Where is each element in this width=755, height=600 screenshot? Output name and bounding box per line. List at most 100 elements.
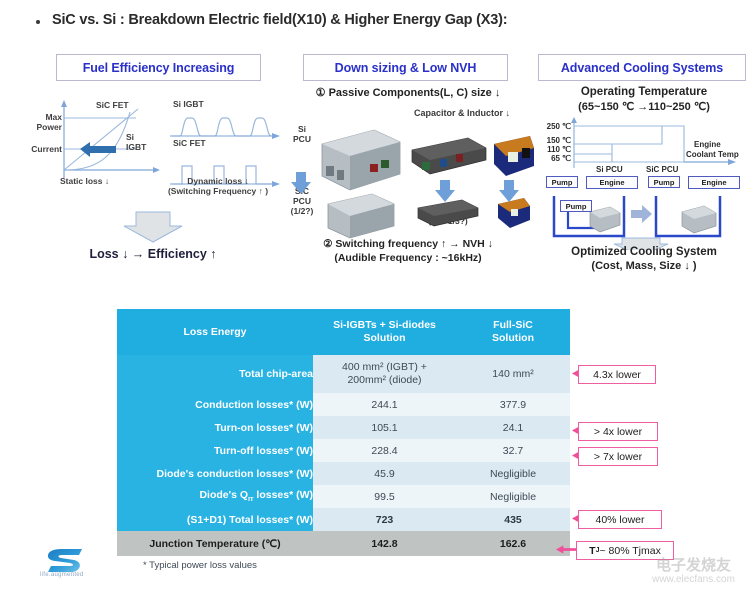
- loss-energy-table: Loss Energy Si-IGBTs + Si-diodes Solutio…: [117, 309, 570, 556]
- callout-label: 40% lower: [595, 513, 645, 526]
- label-static-loss: Static loss ↓: [60, 176, 110, 186]
- label-engine-coolant-2: Coolant Temp: [686, 150, 739, 159]
- callout-label: 4.3x lower: [593, 368, 641, 381]
- chip-area-line1: 400 mm² (IGBT) +: [342, 361, 427, 373]
- cell-sic-turn-off-losses: 32.7: [456, 439, 570, 462]
- row-label-junction-temperature: Junction Temperature (℃): [117, 531, 313, 556]
- panel-advanced-cooling: Operating Temperature (65~150 ℃ →110~250…: [534, 86, 754, 281]
- header-si-line1: Si-IGBTs + Si-diodes: [333, 319, 436, 331]
- bullet-marker: [36, 20, 40, 24]
- label-max-power: Max Power: [26, 112, 62, 132]
- down-arrow-icon-capacitor: [435, 180, 455, 202]
- table-row: Turn-off losses* (W) 228.4 32.7: [117, 439, 570, 462]
- tick-65: 65: [551, 154, 560, 163]
- label-passive-components: ① Passive Components(L, C) size ↓: [315, 87, 501, 99]
- cell-sic-total-losses: 435: [456, 508, 570, 531]
- table-row: Total chip-area 400 mm² (IGBT) + 200mm² …: [117, 355, 570, 393]
- row-label-turn-on-losses: Turn-on losses* (W): [117, 416, 313, 439]
- cell-si-diode-conduction-losses: 45.9: [313, 462, 456, 485]
- header-box-advanced-cooling: Advanced Cooling Systems: [538, 54, 746, 81]
- label-current: Current: [31, 144, 62, 154]
- header-box-fuel-efficiency: Fuel Efficiency Increasing: [56, 54, 261, 81]
- tick-150: 150: [546, 136, 560, 145]
- header-sic-line1: Full-SiC: [493, 319, 533, 331]
- chip-area-line2: 200mm² (diode): [347, 374, 422, 386]
- site-watermark: 电子发烧友 www.elecfans.com: [636, 552, 751, 596]
- header-box-down-sizing: Down sizing & Low NVH: [303, 54, 508, 81]
- label-bar-sic-pcu: SiC PCU: [646, 165, 679, 174]
- label-si-igbt-curve: Si IGBT: [126, 132, 146, 152]
- down-arrow-icon: [123, 211, 183, 243]
- deg-symbol-110: ℃: [562, 145, 571, 154]
- callout-turn-on: > 4x lower: [578, 422, 658, 441]
- engine-box-right: Engine: [688, 176, 740, 189]
- header-box-label: Advanced Cooling Systems: [560, 60, 724, 75]
- table-row: Conduction losses* (W) 244.1 377.9: [117, 393, 570, 416]
- header-si-igbt-solution: Si-IGBTs + Si-diodes Solution: [313, 309, 456, 355]
- header-box-label: Fuel Efficiency Increasing: [82, 60, 235, 75]
- pump-box-left-1: Pump: [546, 176, 578, 188]
- component-photos-illustration: [291, 129, 534, 239]
- row-label-conduction-losses: Conduction losses* (W): [117, 393, 313, 416]
- cell-sic-diode-conduction-losses: Negligible: [456, 462, 570, 485]
- callout-total-losses: 40% lower: [578, 510, 662, 529]
- si-igbt-line2: IGBT: [126, 142, 147, 152]
- header-si-line2: Solution: [363, 332, 406, 344]
- st-logo: [48, 549, 82, 572]
- cell-sic-conduction-losses: 377.9: [456, 393, 570, 416]
- cell-sic-junction-temperature: 162.6: [456, 531, 570, 556]
- st-tagline: life.augmented: [40, 572, 84, 578]
- label-operating-temperature: Operating Temperature: [580, 86, 708, 98]
- cell-si-junction-temperature: 142.8: [313, 531, 456, 556]
- label-dynamic-loss: Dynamic loss ↓: [187, 176, 249, 186]
- table-row: Turn-on losses* (W) 105.1 24.1: [117, 416, 570, 439]
- panel-down-sizing: ① Passive Components(L, C) size ↓ Capaci…: [282, 86, 534, 276]
- row-label-diode-qrr-losses: Diode's Qrr losses* (W): [117, 485, 313, 508]
- label-loss-efficiency-conclusion: Loss ↓ → Efficiency ↑: [89, 247, 217, 261]
- cell-si-total-chip-area: 400 mm² (IGBT) + 200mm² (diode): [313, 355, 456, 393]
- cell-sic-diode-qrr-losses: Negligible: [456, 485, 570, 508]
- row-label-total-losses: (S1+D1) Total losses* (W): [117, 508, 313, 531]
- deg-symbol-150: ℃: [562, 136, 571, 145]
- label-engine-coolant-1: Engine: [694, 140, 721, 149]
- label-sic-fet-curve: SiC FET: [96, 100, 129, 110]
- cell-si-diode-qrr-losses: 99.5: [313, 485, 456, 508]
- header-full-sic-solution: Full-SiC Solution: [456, 309, 570, 355]
- label-switching-frequency-nvh: ② Switching frequency ↑ → NVH ↓: [323, 238, 493, 250]
- pump-box-right: Pump: [648, 176, 680, 188]
- cell-sic-total-chip-area: 140 mm²: [456, 355, 570, 393]
- table-row: Diode's conduction losses* (W) 45.9 Negl…: [117, 462, 570, 485]
- deg-symbol-250: ℃: [562, 122, 571, 131]
- cell-si-conduction-losses: 244.1: [313, 393, 456, 416]
- improvement-arrow-icon: [80, 142, 116, 157]
- cell-si-total-losses: 723: [313, 508, 456, 531]
- label-bar-si-pcu: Si PCU: [596, 165, 623, 174]
- header-loss-energy: Loss Energy: [117, 309, 313, 355]
- table-header-row: Loss Energy Si-IGBTs + Si-diodes Solutio…: [117, 309, 570, 355]
- qrr-label-tail: losses* (W): [253, 489, 313, 502]
- tick-110: 110: [547, 145, 560, 154]
- callout-chip-area: 4.3x lower: [578, 365, 656, 384]
- panel-fuel-efficiency: Max Power Current SiC FET Si IGBT Static…: [18, 92, 286, 277]
- label-operating-temperature-range: (65~150 ℃ →110~250 ℃): [578, 101, 710, 113]
- engine-box-left: Engine: [586, 176, 638, 189]
- label-waveform-si-igbt: Si IGBT: [173, 99, 204, 109]
- label-audible-frequency: (Audible Frequency : ~16kHz): [334, 252, 482, 264]
- page-title: SiC vs. Si : Breakdown Electric field(X1…: [52, 12, 508, 28]
- label-cost-mass-size: (Cost, Mass, Size ↓ ): [591, 260, 697, 272]
- deg-symbol-65: ℃: [562, 154, 571, 163]
- label-waveform-sic-fet: SiC FET: [173, 138, 206, 148]
- cell-sic-turn-on-losses: 24.1: [456, 416, 570, 439]
- callout-arrow-icon-5: [556, 545, 578, 554]
- watermark-chinese: 电子发烧友: [655, 557, 731, 574]
- down-arrow-icon-inductor: [499, 180, 519, 202]
- header-sic-line2: Solution: [492, 332, 534, 344]
- label-optimized-cooling-system: Optimized Cooling System: [571, 246, 717, 258]
- table-row: Diode's Qrr losses* (W) 99.5 Negligible: [117, 485, 570, 508]
- qrr-label-main: Diode's Q: [199, 489, 249, 502]
- si-igbt-line1: Si: [126, 132, 135, 142]
- watermark-url: www.elecfans.com: [652, 574, 735, 585]
- table-row: (S1+D1) Total losses* (W) 723 435: [117, 508, 570, 531]
- table-footnote: * Typical power loss values: [143, 560, 257, 571]
- table-row: Junction Temperature (℃) 142.8 162.6: [117, 531, 570, 556]
